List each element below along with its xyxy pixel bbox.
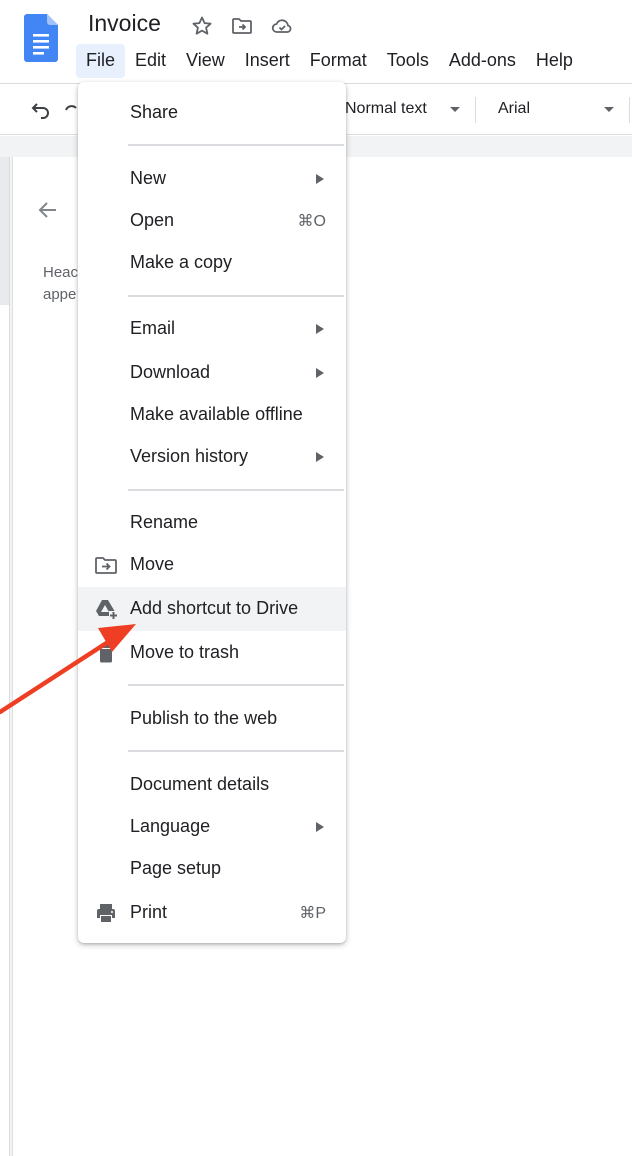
trash-icon <box>99 643 113 663</box>
folder-move-icon[interactable] <box>230 14 254 38</box>
outline-back-arrow-icon[interactable] <box>36 198 60 222</box>
menu-item-rename[interactable]: Rename <box>78 501 346 545</box>
menu-item-open[interactable]: Open ⌘O <box>78 199 346 243</box>
paragraph-style-select[interactable]: Normal text <box>345 100 427 118</box>
redo-icon[interactable] <box>64 98 78 122</box>
menubar: File Edit View Insert Format Tools Add-o… <box>76 44 583 78</box>
menu-divider <box>128 295 344 297</box>
submenu-arrow-icon <box>316 174 324 184</box>
vertical-ruler <box>0 157 10 1156</box>
submenu-arrow-icon <box>316 822 324 832</box>
print-icon <box>97 904 115 922</box>
menu-item-new[interactable]: New <box>78 157 346 201</box>
menu-item-print[interactable]: Print ⌘P <box>78 891 346 935</box>
toolbar-divider <box>629 97 630 123</box>
menu-help[interactable]: Help <box>526 44 583 78</box>
submenu-arrow-icon <box>316 452 324 462</box>
menu-insert[interactable]: Insert <box>235 44 300 78</box>
menu-divider <box>128 144 344 146</box>
chevron-down-icon[interactable] <box>604 107 614 112</box>
file-menu: Share New Open ⌘O Make a copy Email Down… <box>78 82 346 943</box>
menu-item-language[interactable]: Language <box>78 805 346 849</box>
submenu-arrow-icon <box>316 324 324 334</box>
menu-divider <box>128 750 344 752</box>
cloud-saved-icon[interactable] <box>270 14 294 38</box>
document-title[interactable]: Invoice <box>88 10 161 37</box>
menu-tools[interactable]: Tools <box>377 44 439 78</box>
shortcut-open: ⌘O <box>297 213 326 230</box>
shortcut-print: ⌘P <box>299 905 326 922</box>
menu-item-publish[interactable]: Publish to the web <box>78 697 346 741</box>
chevron-down-icon[interactable] <box>450 107 460 112</box>
docs-logo-icon[interactable] <box>24 14 58 62</box>
docs-header: Invoice File Edit View Insert Format Too… <box>0 0 632 84</box>
menu-item-page-setup[interactable]: Page setup <box>78 847 346 891</box>
menu-divider <box>128 684 344 686</box>
folder-move-icon <box>95 557 117 574</box>
menu-divider <box>128 489 344 491</box>
menu-format[interactable]: Format <box>300 44 377 78</box>
undo-icon[interactable] <box>28 98 52 122</box>
menu-view[interactable]: View <box>176 44 235 78</box>
vertical-ruler-margin <box>0 157 10 305</box>
menu-item-make-copy[interactable]: Make a copy <box>78 241 346 285</box>
menu-item-download[interactable]: Download <box>78 351 346 395</box>
menu-edit[interactable]: Edit <box>125 44 176 78</box>
toolbar-divider <box>475 97 476 123</box>
menu-file[interactable]: File <box>76 44 126 78</box>
font-family-select[interactable]: Arial <box>498 100 530 118</box>
menu-item-add-shortcut[interactable]: Add shortcut to Drive <box>78 587 346 631</box>
menu-item-trash[interactable]: Move to trash <box>78 631 346 675</box>
star-icon[interactable] <box>190 14 214 38</box>
menu-item-version-history[interactable]: Version history <box>78 435 346 479</box>
drive-add-icon <box>96 600 118 620</box>
document-outline-hint: Heac appe <box>43 264 79 303</box>
menu-addons[interactable]: Add-ons <box>439 44 526 78</box>
menu-item-details[interactable]: Document details <box>78 763 346 807</box>
menu-item-offline[interactable]: Make available offline <box>78 393 346 437</box>
menu-item-move[interactable]: Move <box>78 543 346 587</box>
menu-item-email[interactable]: Email <box>78 307 346 351</box>
submenu-arrow-icon <box>316 368 324 378</box>
menu-item-share[interactable]: Share <box>78 91 346 135</box>
